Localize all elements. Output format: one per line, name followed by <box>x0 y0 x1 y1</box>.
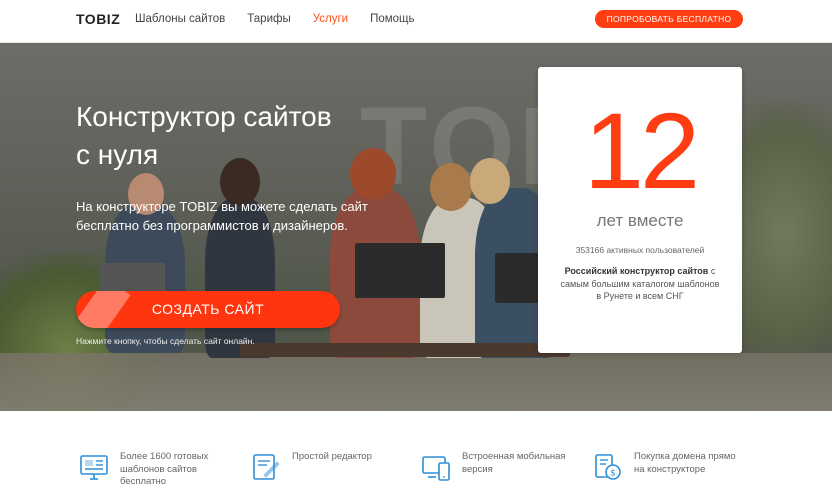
hero-title: Конструктор сайтов с нуля <box>76 101 332 170</box>
feature-mobile-text: Встроенная мобильная версия <box>462 451 566 475</box>
main-nav: Шаблоны сайтов Тарифы Услуги Помощь <box>135 12 437 26</box>
hero-subtitle: На конструкторе TOBIZ вы можете сделать … <box>76 199 368 233</box>
feature-templates: Более 1600 готовых шаблонов сайтов беспл… <box>78 451 208 489</box>
try-free-button[interactable]: ПОПРОБОВАТЬ БЕСПЛАТНО <box>595 10 743 28</box>
create-site-button[interactable]: СОЗДАТЬ САЙТ <box>76 291 340 328</box>
create-button-hint: Нажмите кнопку, чтобы сделать сайт онлай… <box>76 336 255 346</box>
templates-monitor-icon <box>80 455 108 480</box>
stats-card: 12 лет вместе 353166 активных пользовате… <box>538 67 742 353</box>
editor-icon <box>253 454 280 480</box>
features-row: Более 1600 готовых шаблонов сайтов беспл… <box>0 411 832 497</box>
logo[interactable]: TOBIZ <box>76 11 120 27</box>
feature-editor-text: Простой редактор <box>292 451 372 462</box>
mobile-version-icon <box>422 456 450 481</box>
nav-item-templates[interactable]: Шаблоны сайтов <box>135 12 225 26</box>
nav-item-help[interactable]: Помощь <box>370 12 414 26</box>
svg-text:$: $ <box>610 469 616 479</box>
domain-purchase-icon: $ <box>595 454 621 480</box>
nav-item-services[interactable]: Услуги <box>313 12 348 26</box>
feature-domain-text: Покупка домена прямо на конструкторе <box>634 451 736 475</box>
card-description: Российский конструктор сайтов с самым бо… <box>560 266 720 301</box>
years-label: лет вместе <box>596 211 684 230</box>
feature-editor: Простой редактор <box>250 451 372 483</box>
active-users-count: 353166 активных пользователей <box>575 245 705 255</box>
top-header: TOBIZ Шаблоны сайтов Тарифы Услуги Помощ… <box>0 0 832 43</box>
hero-bench <box>240 343 570 357</box>
feature-domain: $ Покупка домена прямо на конструкторе <box>592 451 736 483</box>
nav-item-pricing[interactable]: Тарифы <box>247 12 290 26</box>
feature-mobile: Встроенная мобильная версия <box>420 451 566 483</box>
feature-templates-text: Более 1600 готовых шаблонов сайтов беспл… <box>120 451 209 487</box>
years-number: 12 <box>583 90 700 211</box>
